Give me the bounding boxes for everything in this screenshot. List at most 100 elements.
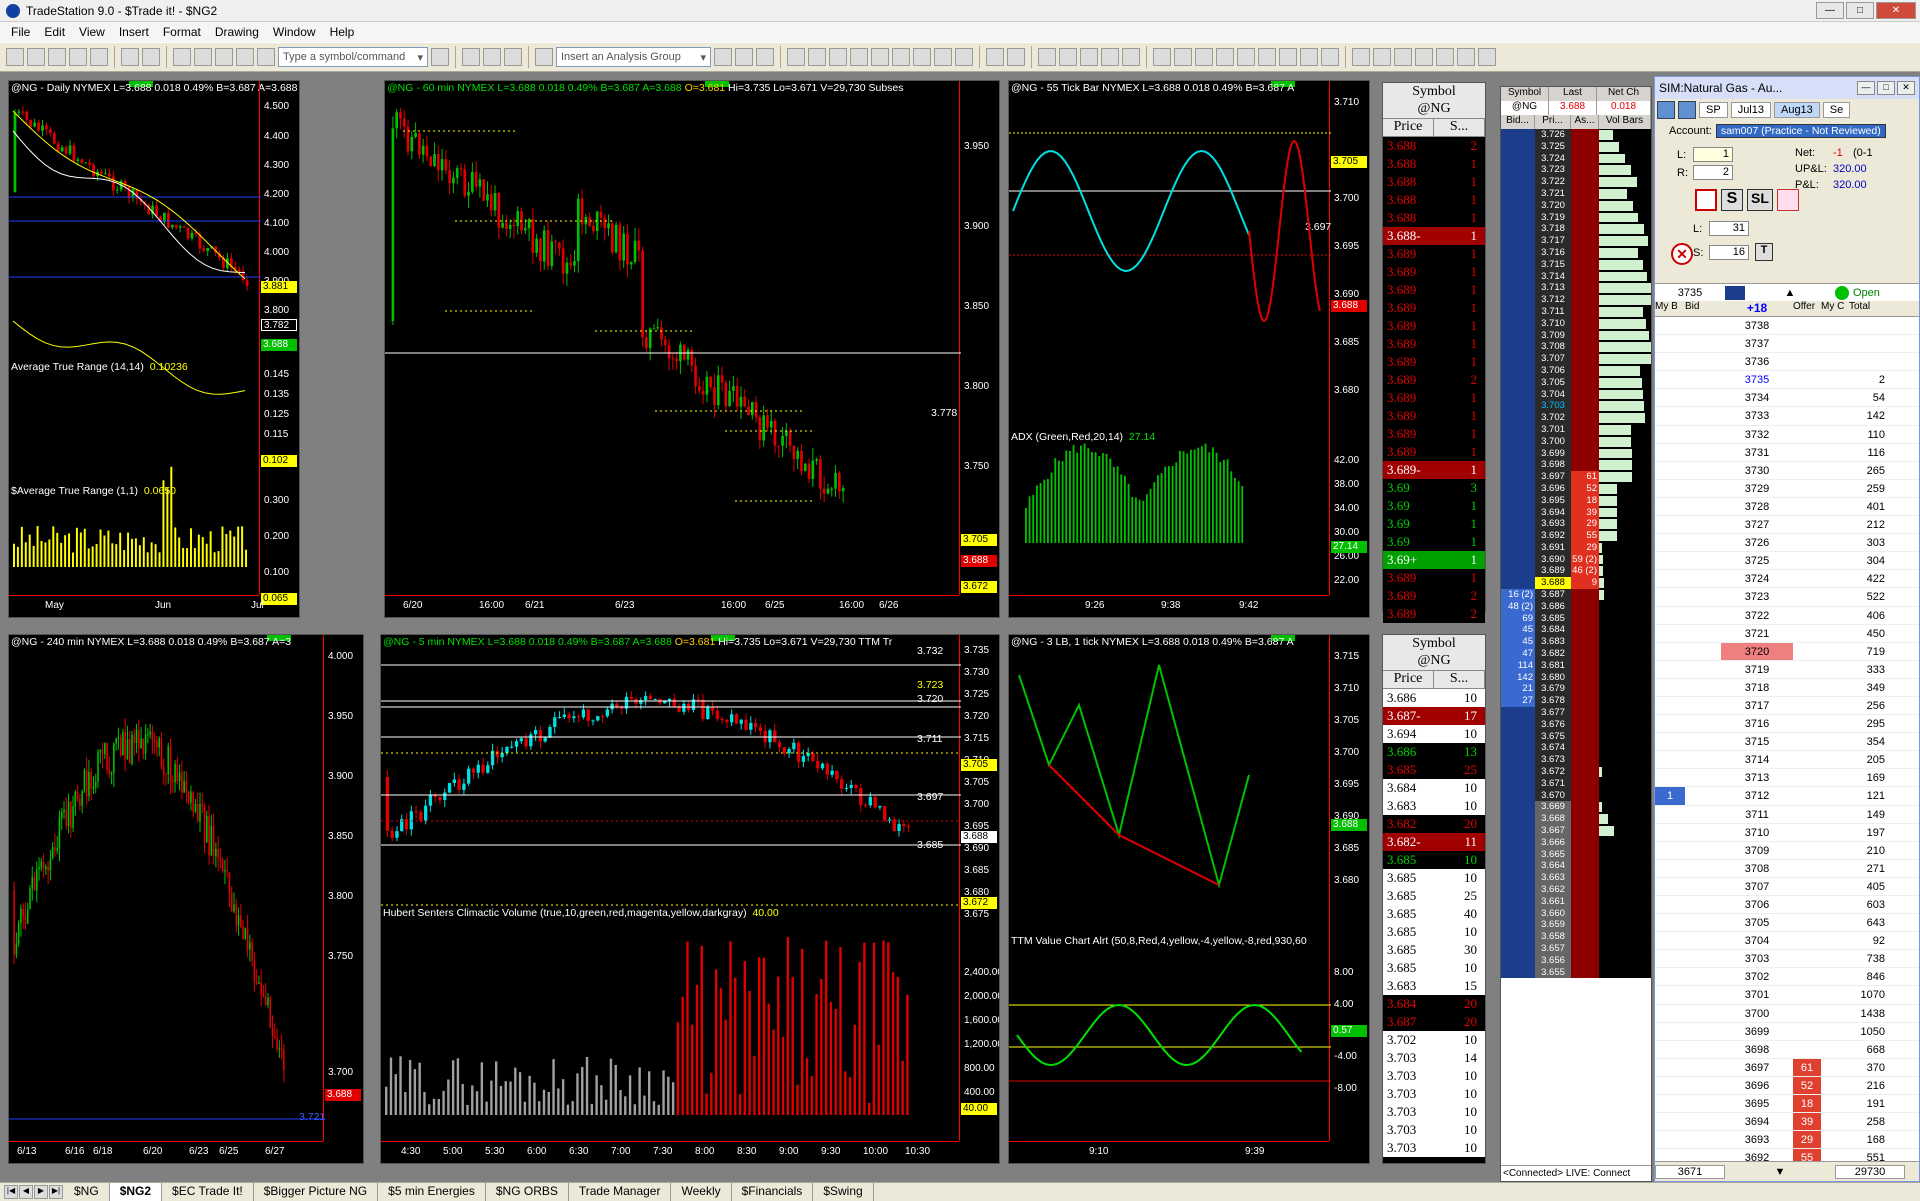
sim-total[interactable]: 295	[1849, 715, 1887, 732]
sim-my-bid[interactable]	[1655, 1059, 1685, 1076]
sim-close-button[interactable]: ✕	[1897, 81, 1915, 95]
sim-my-bid[interactable]	[1655, 968, 1685, 985]
sim-total[interactable]: 1438	[1849, 1005, 1887, 1022]
sim-my-offer[interactable]	[1821, 389, 1849, 406]
sim-price-row[interactable]: 3693 29 168	[1655, 1131, 1919, 1150]
tab-swing[interactable]: $Swing	[813, 1182, 874, 1201]
sim-bid[interactable]	[1685, 860, 1721, 877]
ladder-row[interactable]: 3.713	[1501, 282, 1651, 295]
sim-price[interactable]: 3723	[1721, 588, 1793, 605]
ladder-row[interactable]: 3.719	[1501, 211, 1651, 224]
expiry-aug13-button[interactable]: Aug13	[1773, 102, 1820, 118]
ladder-bid[interactable]	[1501, 388, 1535, 401]
sim-bid[interactable]	[1685, 317, 1721, 334]
sim-bid[interactable]	[1685, 1095, 1721, 1112]
t-button[interactable]: T	[1755, 243, 1773, 261]
window-icon[interactable]	[173, 48, 191, 66]
sim-price-row[interactable]: 3725 304	[1655, 552, 1919, 571]
sim-bid[interactable]	[1685, 1023, 1721, 1040]
folder-icon[interactable]	[90, 48, 108, 66]
scanner-icon[interactable]	[535, 48, 553, 66]
sim-bid[interactable]	[1685, 968, 1721, 985]
ladder-row[interactable]: 3.699	[1501, 447, 1651, 460]
sim-my-bid[interactable]	[1655, 588, 1685, 605]
tab-5min-energies[interactable]: $5 min Energies	[378, 1182, 486, 1201]
sim-offer[interactable]	[1793, 697, 1821, 714]
trendline-icon[interactable]	[1153, 48, 1171, 66]
sim-price[interactable]: 3697	[1721, 1059, 1793, 1076]
sim-offer[interactable]	[1793, 986, 1821, 1003]
symbol-lookup-icon[interactable]	[431, 48, 449, 66]
ladder-ask[interactable]	[1571, 612, 1599, 625]
chart-60min[interactable]: @NG - 60 min NYMEX L=3.688 0.018 0.49% B…	[384, 80, 1000, 618]
sim-total[interactable]: 259	[1849, 480, 1887, 497]
alert-icon[interactable]	[1777, 189, 1799, 211]
ladder-row[interactable]: 3.726	[1501, 129, 1651, 141]
sim-my-offer[interactable]	[1821, 516, 1849, 533]
ladder-ask[interactable]: 39	[1571, 506, 1599, 519]
sim-total[interactable]: 212	[1849, 516, 1887, 533]
ladder-ask[interactable]	[1571, 742, 1599, 755]
ladder-row[interactable]: 3.657	[1501, 942, 1651, 955]
ladder-row[interactable]: 3.688 9	[1501, 577, 1651, 590]
sim-offer[interactable]	[1793, 661, 1821, 678]
sim-my-offer[interactable]	[1821, 968, 1849, 985]
sim-total[interactable]: 405	[1849, 878, 1887, 895]
sim-bid[interactable]	[1685, 1131, 1721, 1148]
ladder-bid[interactable]	[1501, 400, 1535, 413]
ladder-row[interactable]: 3.690 59 (2)	[1501, 553, 1651, 566]
sim-bid[interactable]	[1685, 588, 1721, 605]
chart-3lb[interactable]: @NG - 3 LB, 1 tick NYMEX L=3.688 0.018 0…	[1008, 634, 1370, 1164]
pencil-icon[interactable]	[1321, 48, 1339, 66]
sim-price[interactable]: 3712	[1721, 787, 1793, 804]
ladder-row[interactable]: 3.665	[1501, 848, 1651, 861]
format-icon[interactable]	[236, 48, 254, 66]
sim-total[interactable]: 303	[1849, 534, 1887, 551]
ladder-ask[interactable]	[1571, 129, 1599, 141]
ladder-bid[interactable]	[1501, 942, 1535, 955]
spread-button[interactable]: SP	[1699, 102, 1728, 118]
sim-offer[interactable]	[1793, 607, 1821, 624]
sim-bid[interactable]	[1685, 932, 1721, 949]
sim-my-bid[interactable]	[1655, 1113, 1685, 1130]
ladder-ask[interactable]	[1571, 931, 1599, 943]
sim-my-bid[interactable]	[1655, 1005, 1685, 1022]
sim-price-row[interactable]: 3737	[1655, 335, 1919, 354]
ladder-ask[interactable]	[1571, 789, 1599, 802]
sim-price[interactable]: 3736	[1721, 353, 1793, 370]
ladder-bid[interactable]	[1501, 199, 1535, 212]
menu-edit[interactable]: Edit	[37, 25, 72, 39]
ladder-ask[interactable]	[1571, 683, 1599, 696]
sim-my-offer[interactable]	[1821, 552, 1849, 569]
sim-price-row[interactable]: 3707 405	[1655, 877, 1919, 896]
ladder-ask[interactable]	[1571, 718, 1599, 731]
sim-offer[interactable]	[1793, 1041, 1821, 1058]
ladder-ask[interactable]	[1571, 872, 1599, 884]
ladder-row[interactable]: 45 3.683	[1501, 636, 1651, 649]
sim-bid[interactable]	[1685, 806, 1721, 823]
scroll-right-icon[interactable]	[934, 48, 952, 66]
ladder-bid[interactable]	[1501, 152, 1535, 165]
ladder-row[interactable]: 3.692 55	[1501, 530, 1651, 542]
sim-bid[interactable]	[1685, 661, 1721, 678]
ladder-row[interactable]: 3.702	[1501, 412, 1651, 424]
sim-my-bid[interactable]	[1655, 1131, 1685, 1148]
sim-total[interactable]: 121	[1849, 787, 1887, 804]
ladder-bid[interactable]	[1501, 294, 1535, 306]
scroll-down-icon[interactable]: ▼	[1725, 1166, 1835, 1178]
ladder-ask[interactable]	[1571, 223, 1599, 236]
sim-price-row[interactable]: 3699 1050	[1655, 1022, 1919, 1041]
sim-my-offer[interactable]	[1821, 1059, 1849, 1076]
sim-price[interactable]: 3737	[1721, 335, 1793, 352]
ladder-bid[interactable]: 142	[1501, 671, 1535, 684]
horizontal-line-icon[interactable]	[1237, 48, 1255, 66]
sim-price-row[interactable]: 3711 149	[1655, 805, 1919, 824]
ladder-ask[interactable]	[1571, 825, 1599, 837]
ladder-ask[interactable]	[1571, 258, 1599, 271]
sim-price-row[interactable]: 3714 205	[1655, 751, 1919, 770]
ladder-bid[interactable]	[1501, 541, 1535, 554]
sim-price[interactable]: 3726	[1721, 534, 1793, 551]
sim-bid[interactable]	[1685, 625, 1721, 642]
print-icon[interactable]	[121, 48, 139, 66]
ladder-row[interactable]: 3.721	[1501, 187, 1651, 200]
